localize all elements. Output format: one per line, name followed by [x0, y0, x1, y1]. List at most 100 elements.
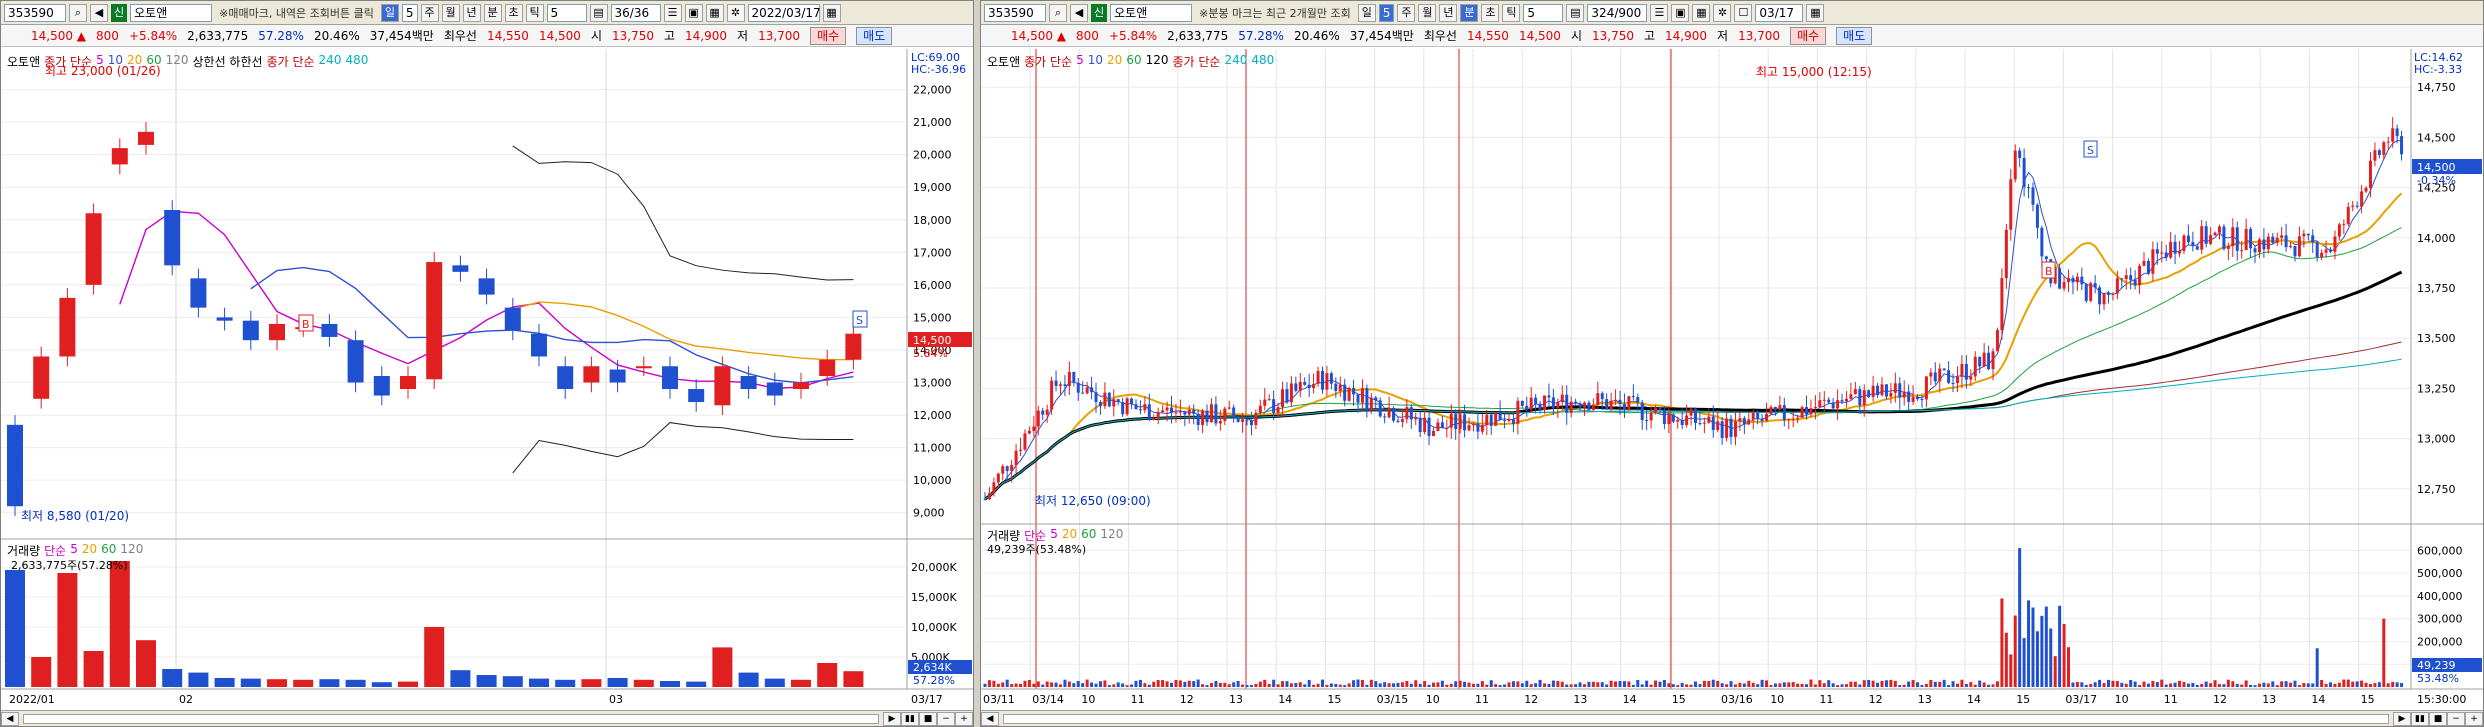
- volume-bar: [1525, 680, 1529, 687]
- speaker-icon[interactable]: ◀: [1070, 3, 1088, 22]
- toolbar-message: ※분봉 마크는 최근 2개월만 조회: [1199, 6, 1351, 20]
- horizontal-scrollbar[interactable]: ◀ ▶ ▮▮ ■ − +: [1, 710, 973, 726]
- zoom-out-icon[interactable]: −: [2447, 711, 2465, 726]
- period-month-button[interactable]: 월: [1418, 3, 1437, 22]
- zoom-out-icon[interactable]: −: [937, 711, 955, 726]
- hc-label: HC:-36.96: [911, 63, 966, 76]
- search-icon[interactable]: ⌕: [1049, 3, 1067, 22]
- stop-icon[interactable]: ■: [919, 711, 937, 726]
- scroll-left-icon[interactable]: ◀: [1, 711, 19, 726]
- volume-bar: [1893, 680, 1897, 687]
- settings-icon[interactable]: ✲: [1713, 3, 1732, 22]
- candle-body: [2000, 278, 2004, 331]
- period-week-button[interactable]: 주: [420, 3, 439, 22]
- candle-body: [1005, 466, 1009, 471]
- zoom-in-icon[interactable]: +: [955, 711, 973, 726]
- volume-bar: [764, 678, 785, 687]
- pause-icon[interactable]: ▮▮: [901, 711, 919, 726]
- sell-button[interactable]: 매도: [856, 26, 893, 45]
- period-num-select[interactable]: 5: [401, 3, 418, 22]
- minute-chart-area[interactable]: 오토앤 종가 단순 5 10 20 60 120 종가 단순 240 480 거…: [981, 49, 2483, 726]
- menu-icon[interactable]: ☰: [663, 3, 682, 22]
- tick-count-select[interactable]: 5: [1523, 3, 1564, 22]
- period-minute-button[interactable]: 분: [483, 3, 502, 22]
- stop-icon[interactable]: ■: [2429, 711, 2447, 726]
- scroll-right-icon[interactable]: ▶: [2393, 711, 2411, 726]
- candle-body: [1511, 419, 1515, 424]
- candle-body: [2333, 236, 2337, 252]
- period-year-button[interactable]: 년: [462, 3, 481, 22]
- period-tick-button[interactable]: 틱: [1502, 3, 1521, 22]
- candle-body: [1671, 414, 1675, 422]
- period-second-button[interactable]: 초: [504, 3, 523, 22]
- lock-icon[interactable]: ▣: [684, 3, 703, 22]
- volume-bar: [1636, 679, 1640, 687]
- ruler-icon[interactable]: ▤: [589, 3, 608, 22]
- period-num-select[interactable]: 5: [1378, 3, 1395, 22]
- buy-button[interactable]: 매수: [1790, 26, 1827, 45]
- period-week-button[interactable]: 주: [1397, 3, 1416, 22]
- scroll-right-icon[interactable]: ▶: [883, 711, 901, 726]
- period-minute-button[interactable]: 분: [1460, 3, 1479, 22]
- lock-icon[interactable]: ▣: [1671, 3, 1690, 22]
- save-icon[interactable]: ▦: [705, 3, 724, 22]
- scroll-track[interactable]: [23, 713, 879, 724]
- candle-body: [1911, 396, 1915, 402]
- daily-chart-area[interactable]: 오토앤 종가 단순 5 10 20 60 120 상한선 하한선 종가 단순 2…: [1, 49, 973, 726]
- tick-count-select[interactable]: 5: [546, 3, 587, 22]
- period-tick-button[interactable]: 틱: [525, 3, 544, 22]
- volume-bar: [1396, 682, 1400, 687]
- ruler-icon[interactable]: ▤: [1566, 3, 1585, 22]
- period-year-button[interactable]: 년: [1439, 3, 1458, 22]
- volume-bar: [1987, 684, 1991, 687]
- candle-body: [1396, 420, 1400, 422]
- volume-bar: [31, 657, 52, 687]
- scroll-left-icon[interactable]: ◀: [981, 711, 999, 726]
- date-field[interactable]: 2022/03/17: [747, 3, 821, 22]
- sell-button[interactable]: 매도: [1836, 26, 1873, 45]
- horizontal-scrollbar[interactable]: ◀ ▶ ▮▮ ■ − +: [981, 710, 2483, 726]
- candle-body: [1858, 389, 1862, 406]
- save-icon[interactable]: ▦: [1692, 3, 1711, 22]
- volume-bar: [2377, 682, 2381, 687]
- volume-value-label: 49,239주(53.48%): [987, 541, 1086, 557]
- period-month-button[interactable]: 월: [441, 3, 460, 22]
- volume-bar: [1742, 683, 1746, 687]
- date-axis-label: 03/11: [983, 693, 1015, 706]
- search-icon[interactable]: ⌕: [69, 3, 87, 22]
- period-day-button[interactable]: 일: [380, 3, 399, 22]
- volume-bar: [2213, 680, 2217, 687]
- candle-body: [1298, 381, 1302, 391]
- zoom-in-icon[interactable]: +: [2465, 711, 2483, 726]
- settings-icon[interactable]: ✲: [726, 3, 745, 22]
- pause-icon[interactable]: ▮▮: [2411, 711, 2429, 726]
- period-second-button[interactable]: 초: [1481, 3, 1500, 22]
- stock-name-field[interactable]: 오토앤: [1110, 3, 1193, 22]
- candle-body: [1924, 376, 1928, 400]
- stock-code-input[interactable]: 353590: [984, 3, 1046, 22]
- date-field[interactable]: 03/17: [1755, 3, 1804, 22]
- volume-bar: [2169, 683, 2173, 687]
- price-axis-label: 13,500: [2417, 332, 2456, 345]
- calendar-icon[interactable]: ▦: [822, 3, 841, 22]
- volume-bar: [1538, 679, 1542, 687]
- checkbox-icon[interactable]: ☐: [1734, 3, 1753, 22]
- volume-bar: [2311, 683, 2315, 687]
- calendar-icon[interactable]: ▦: [1806, 3, 1825, 22]
- stock-name-field[interactable]: 오토앤: [130, 3, 213, 22]
- candle-body: [1920, 399, 1924, 401]
- volume-bar: [1543, 683, 1547, 687]
- prev-label: 최우선: [1423, 29, 1457, 43]
- volume-bar: [1547, 683, 1551, 687]
- period-day-button[interactable]: 일: [1357, 3, 1376, 22]
- candle-body: [1187, 409, 1191, 415]
- speaker-icon[interactable]: ◀: [90, 3, 108, 22]
- stock-code-input[interactable]: 353590: [4, 3, 66, 22]
- scroll-track[interactable]: [1003, 713, 2389, 724]
- buy-button[interactable]: 매수: [810, 26, 847, 45]
- volume-tag: 2,634K: [913, 661, 952, 674]
- menu-icon[interactable]: ☰: [1650, 3, 1669, 22]
- candle-body: [478, 278, 495, 295]
- candle-body: [2368, 160, 2372, 188]
- candle-body: [1600, 393, 1604, 400]
